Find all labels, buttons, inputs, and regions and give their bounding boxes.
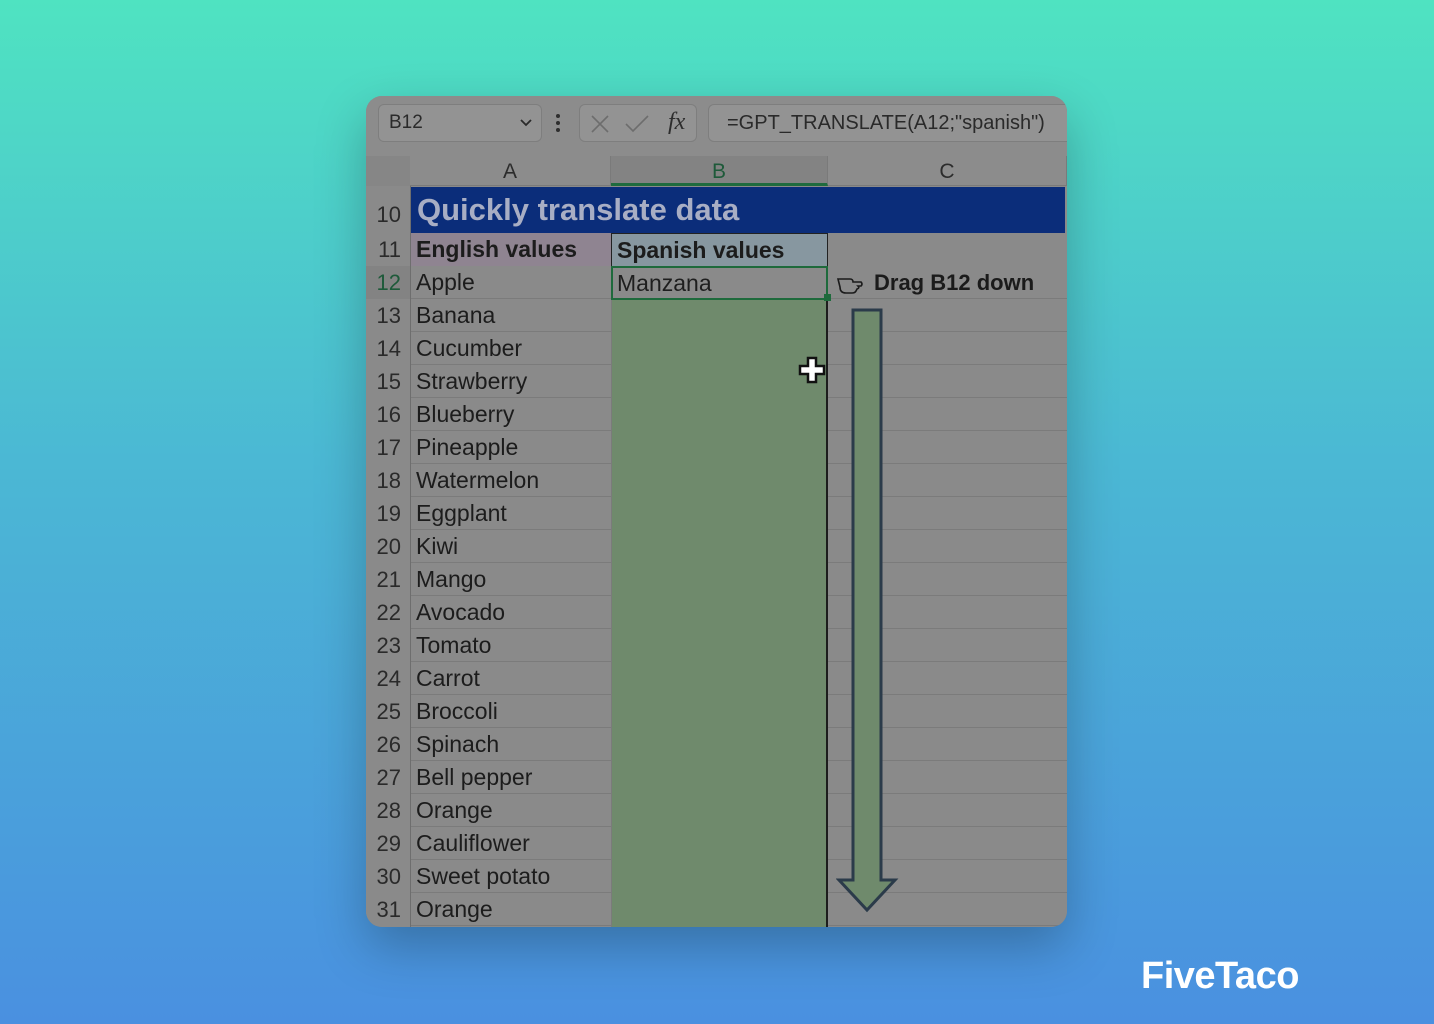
sheet-grid: A B C 12 Apple 13 Banana 14 Cucumber 15 Strawbe… xyxy=(366,156,1067,927)
confirm-icon[interactable] xyxy=(624,114,650,134)
row-header-17[interactable]: 17 xyxy=(366,431,410,464)
row-header-15[interactable]: 15 xyxy=(366,365,410,398)
english-cell[interactable]: Pineapple xyxy=(411,431,611,464)
english-cell[interactable]: Banana xyxy=(411,299,611,332)
sheet-title-cell[interactable]: Quickly translate data xyxy=(411,187,1065,233)
row-header-27[interactable]: 27 xyxy=(366,761,410,794)
fill-range-b13-b31[interactable] xyxy=(611,299,828,927)
header-cell-spanish[interactable]: Spanish values xyxy=(611,233,828,266)
english-cell[interactable]: Broccoli xyxy=(411,695,611,728)
formula-input[interactable]: =GPT_TRANSLATE(A12;"spanish") xyxy=(708,104,1067,142)
row-header-28[interactable]: 28 xyxy=(366,794,410,827)
column-header-b[interactable]: B xyxy=(611,156,828,186)
row-header-10[interactable]: 10 xyxy=(366,187,410,233)
row-header-19[interactable]: 19 xyxy=(366,497,410,530)
english-cell[interactable]: Cucumber xyxy=(411,332,611,365)
row-header-21[interactable]: 21 xyxy=(366,563,410,596)
select-all-corner[interactable] xyxy=(366,156,411,186)
english-cell[interactable]: Sweet potato xyxy=(411,860,611,893)
name-box[interactable]: B12 xyxy=(378,104,542,142)
pointing-hand-icon xyxy=(836,278,863,294)
row-header-26[interactable]: 26 xyxy=(366,728,410,761)
row-header-18[interactable]: 18 xyxy=(366,464,410,497)
insert-function-icon[interactable]: fx xyxy=(668,109,685,136)
english-cell[interactable]: Apple xyxy=(411,266,611,299)
spreadsheet-window: B12 fx =GPT_TRANSLATE(A12;"spanish") A B… xyxy=(366,96,1067,927)
english-cell[interactable]: Avocado xyxy=(411,596,611,629)
formula-actions: fx xyxy=(579,104,697,142)
english-cell[interactable]: Blueberry xyxy=(411,398,611,431)
fill-handle[interactable] xyxy=(824,294,831,301)
english-cell[interactable]: Spinach xyxy=(411,728,611,761)
english-cell[interactable]: Tomato xyxy=(411,629,611,662)
english-cell[interactable]: Eggplant xyxy=(411,497,611,530)
english-cell[interactable]: Watermelon xyxy=(411,464,611,497)
row-header-23[interactable]: 23 xyxy=(366,629,410,662)
down-arrow-icon xyxy=(836,308,899,913)
formula-toolbar: B12 fx =GPT_TRANSLATE(A12;"spanish") xyxy=(366,96,1067,156)
formula-text: =GPT_TRANSLATE(A12;"spanish") xyxy=(727,111,1045,134)
chevron-down-icon[interactable] xyxy=(519,115,533,129)
name-box-value: B12 xyxy=(389,112,423,133)
row-header-31[interactable]: 31 xyxy=(366,893,410,926)
english-cell[interactable]: Orange xyxy=(411,794,611,827)
row-header-16[interactable]: 16 xyxy=(366,398,410,431)
english-cell[interactable]: Strawberry xyxy=(411,365,611,398)
cancel-icon[interactable] xyxy=(590,114,610,134)
english-cell[interactable]: Bell pepper xyxy=(411,761,611,794)
english-cell[interactable]: Carrot xyxy=(411,662,611,695)
row-header-20[interactable]: 20 xyxy=(366,530,410,563)
english-cell[interactable]: Kiwi xyxy=(411,530,611,563)
english-cell[interactable]: Cauliflower xyxy=(411,827,611,860)
row-header-22[interactable]: 22 xyxy=(366,596,410,629)
row-header-14[interactable]: 14 xyxy=(366,332,410,365)
column-header-a[interactable]: A xyxy=(410,156,611,186)
header-cell-english[interactable]: English values xyxy=(411,233,611,266)
row-header-13[interactable]: 13 xyxy=(366,299,410,332)
row-header-border xyxy=(410,186,411,927)
more-options-icon[interactable] xyxy=(554,112,562,136)
row-header-29[interactable]: 29 xyxy=(366,827,410,860)
cell-select-cursor-icon xyxy=(798,356,826,384)
instruction-text: Drag B12 down xyxy=(874,270,1035,295)
english-cell[interactable]: Mango xyxy=(411,563,611,596)
row-header-12[interactable]: 12 xyxy=(366,266,410,299)
fivetaco-logo: FiveTaco xyxy=(1141,955,1299,997)
column-header-c[interactable]: C xyxy=(828,156,1067,186)
instruction-label: Drag B12 down xyxy=(836,268,1034,298)
english-cell[interactable]: Orange xyxy=(411,893,611,926)
row-header-30[interactable]: 30 xyxy=(366,860,410,893)
row-header-11[interactable]: 11 xyxy=(366,233,410,266)
row-header-25[interactable]: 25 xyxy=(366,695,410,728)
selected-cell-b12[interactable]: Manzana xyxy=(611,266,828,300)
row-header-24[interactable]: 24 xyxy=(366,662,410,695)
